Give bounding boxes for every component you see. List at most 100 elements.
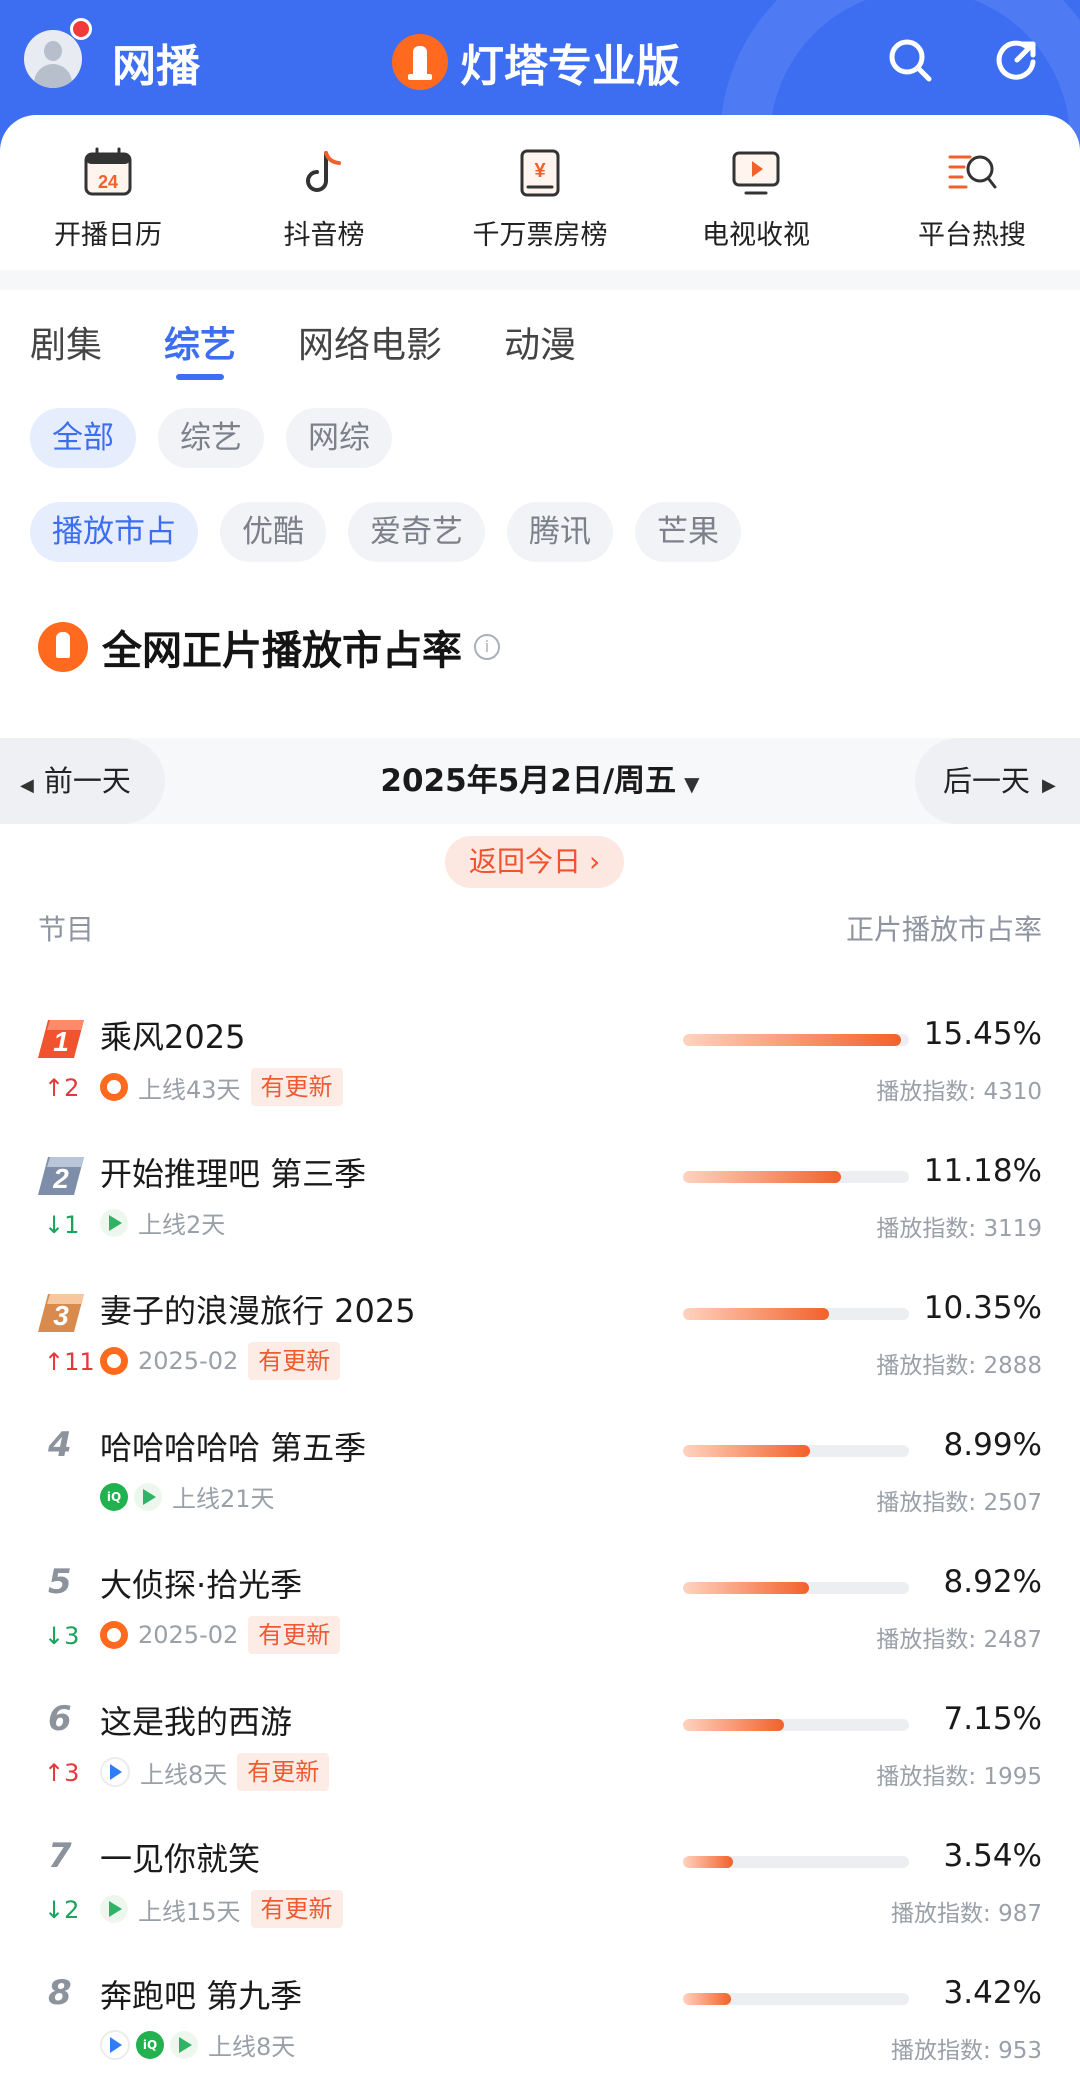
tv-icon xyxy=(732,151,780,195)
program-meta: 2025-02 有更新 xyxy=(100,1616,341,1654)
rank-badge-icon: 3 xyxy=(38,1294,84,1332)
share-bar-track xyxy=(683,1034,909,1046)
triangle-right-icon: ▶ xyxy=(1042,775,1056,796)
type-filter-variety[interactable]: 综艺 xyxy=(158,408,264,468)
rank-number: 1 xyxy=(53,1026,69,1057)
play-index: 播放指数: 2888 xyxy=(876,1353,1042,1379)
tab-web-movie[interactable]: 网络电影 xyxy=(298,316,442,368)
share-bar-fill xyxy=(683,1719,784,1731)
tencent-video-icon xyxy=(134,1482,162,1511)
rank-number: 8 xyxy=(48,1973,72,2013)
program-title[interactable]: 哈哈哈哈哈 第五季 xyxy=(100,1423,366,1469)
rank-change: ↓2 xyxy=(44,1896,80,1924)
rank-number: 2 xyxy=(52,1163,69,1194)
section-title: 全网正片播放市占率 xyxy=(102,628,462,674)
back-to-today-button[interactable]: 返回今日 › xyxy=(445,836,625,888)
rank-number: 4 xyxy=(48,1425,72,1465)
ranking-row[interactable]: 7 ↓2 一见你就笑 上线15天 有更新 3.54% 播放指数: 987 xyxy=(0,1822,1080,1959)
quick-nav-hot-search[interactable]: 平台热搜 xyxy=(864,145,1080,265)
share-percent: 3.54% xyxy=(943,1838,1042,1874)
platform-filter-iqiyi[interactable]: 爱奇艺 xyxy=(348,502,485,562)
ranking-row[interactable]: 6 ↑3 这是我的西游上线8天 有更新 7.15% 播放指数: 1995 xyxy=(0,1685,1080,1822)
ranking-row[interactable]: 2 ↓1 开始推理吧 第三季 上线2天 11.18% 播放指数: 3119 xyxy=(0,1137,1080,1274)
calendar-icon: 24 xyxy=(84,147,132,196)
tab-series[interactable]: 剧集 xyxy=(30,316,102,368)
program-meta: 上线8天 有更新 xyxy=(100,1753,330,1791)
quick-nav-calendar[interactable]: 24 开播日历 xyxy=(0,145,216,265)
mango-tv-icon xyxy=(100,1621,128,1649)
program-title[interactable]: 这是我的西游 xyxy=(100,1697,292,1743)
triangle-down-icon: ▼ xyxy=(684,772,700,796)
platform-filter-mango[interactable]: 芒果 xyxy=(635,502,741,562)
info-icon[interactable]: i xyxy=(474,634,500,660)
share-bar-track xyxy=(683,1719,909,1731)
program-title[interactable]: 一见你就笑 xyxy=(100,1834,260,1880)
program-title[interactable]: 大侦探·拾光季 xyxy=(100,1560,302,1606)
updated-badge: 有更新 xyxy=(248,1616,341,1654)
rank-change: ↑2 xyxy=(44,1074,80,1102)
ranking-row[interactable]: 3 ↑11 妻子的浪漫旅行 2025 2025-02 有更新 10.35% 播放指数: 28… xyxy=(0,1274,1080,1411)
tab-variety[interactable]: 综艺 xyxy=(164,316,236,380)
ranking-row[interactable]: 8 奔跑吧 第九季 iQ 上线8天 3.42% 播放指数: 953 xyxy=(0,1959,1080,2096)
rank-badge-icon: 1 xyxy=(38,1020,84,1058)
quick-nav-boxoffice[interactable]: ¥ 千万票房榜 xyxy=(432,145,648,265)
iqiyi-icon: iQ xyxy=(136,2030,164,2059)
share-bar-track xyxy=(683,1171,909,1183)
online-duration: 上线8天 xyxy=(208,2033,296,2061)
online-duration: 上线21天 xyxy=(172,1485,275,1513)
play-index: 播放指数: 1995 xyxy=(876,1764,1042,1790)
share-bar-track xyxy=(683,1993,909,2005)
ranking-row[interactable]: 1 ↑2 乘风2025 上线43天 有更新 15.45% 播放指数: 4310 xyxy=(0,1000,1080,1137)
share-bar-fill xyxy=(683,1856,733,1868)
program-title[interactable]: 奔跑吧 第九季 xyxy=(100,1971,302,2017)
iqiyi-icon: iQ xyxy=(100,1482,128,1511)
share-percent: 7.15% xyxy=(943,1701,1042,1737)
notification-dot xyxy=(70,18,92,40)
avatar[interactable] xyxy=(24,30,82,88)
program-meta: 上线15天 有更新 xyxy=(100,1890,343,1928)
tab-anime[interactable]: 动漫 xyxy=(504,316,576,368)
type-filter-chips: 全部 综艺 网综 xyxy=(30,408,414,468)
platform-filter-youku[interactable]: 优酷 xyxy=(220,502,326,562)
share-bar-fill xyxy=(683,1445,810,1457)
mango-tv-icon xyxy=(100,1073,128,1101)
section-divider xyxy=(0,270,1080,290)
rank-change: ↑3 xyxy=(44,1759,80,1787)
play-index: 播放指数: 2487 xyxy=(876,1627,1042,1653)
search-icon[interactable] xyxy=(884,34,936,86)
platform-filter-tencent[interactable]: 腾讯 xyxy=(507,502,613,562)
program-meta: iQ 上线21天 xyxy=(100,1479,275,1514)
platform-filter-share[interactable]: 播放市占 xyxy=(30,502,198,562)
tiktok-icon xyxy=(306,151,341,192)
program-title[interactable]: 开始推理吧 第三季 xyxy=(100,1149,366,1195)
type-filter-web-variety[interactable]: 网综 xyxy=(286,408,392,468)
next-day-button[interactable]: 后一天 ▶ xyxy=(915,738,1080,824)
tencent-video-icon xyxy=(100,1895,128,1923)
type-filter-all[interactable]: 全部 xyxy=(30,408,136,468)
refresh-icon[interactable] xyxy=(990,34,1042,86)
play-index: 播放指数: 2507 xyxy=(876,1490,1042,1516)
updated-badge: 有更新 xyxy=(237,1753,330,1791)
program-title[interactable]: 妻子的浪漫旅行 2025 xyxy=(100,1286,416,1332)
ranking-row[interactable]: 4 哈哈哈哈哈 第五季 iQ 上线21天 8.99% 播放指数: 2507 xyxy=(0,1411,1080,1548)
active-tab-indicator xyxy=(176,374,225,380)
column-header-program: 节目 xyxy=(38,913,95,946)
app-brand: 灯塔专业版 xyxy=(392,30,680,94)
quick-nav-douyin[interactable]: 抖音榜 xyxy=(216,145,432,265)
ranking-row[interactable]: 5 ↓3 大侦探·拾光季 2025-02 有更新 8.92% 播放指数: 2487 xyxy=(0,1548,1080,1685)
quick-nav-tv[interactable]: 电视收视 xyxy=(648,145,864,265)
rank-change: ↓1 xyxy=(44,1211,80,1239)
share-bar-track xyxy=(683,1445,909,1457)
ticket-icon: ¥ xyxy=(520,149,560,197)
rank-change: ↓3 xyxy=(44,1622,80,1650)
quick-nav-label: 平台热搜 xyxy=(918,220,1026,251)
online-duration: 2025-02 xyxy=(138,1621,239,1649)
share-percent: 11.18% xyxy=(923,1153,1042,1189)
next-day-label: 后一天 xyxy=(943,764,1031,798)
rank-number: 6 xyxy=(48,1699,72,1739)
online-duration: 上线43天 xyxy=(138,1075,241,1104)
svg-text:¥: ¥ xyxy=(534,160,546,182)
program-title[interactable]: 乘风2025 xyxy=(100,1012,245,1058)
platform-filter-chips: 播放市占 优酷 爱奇艺 腾讯 芒果 xyxy=(30,502,763,562)
app-name: 灯塔专业版 xyxy=(460,41,680,92)
